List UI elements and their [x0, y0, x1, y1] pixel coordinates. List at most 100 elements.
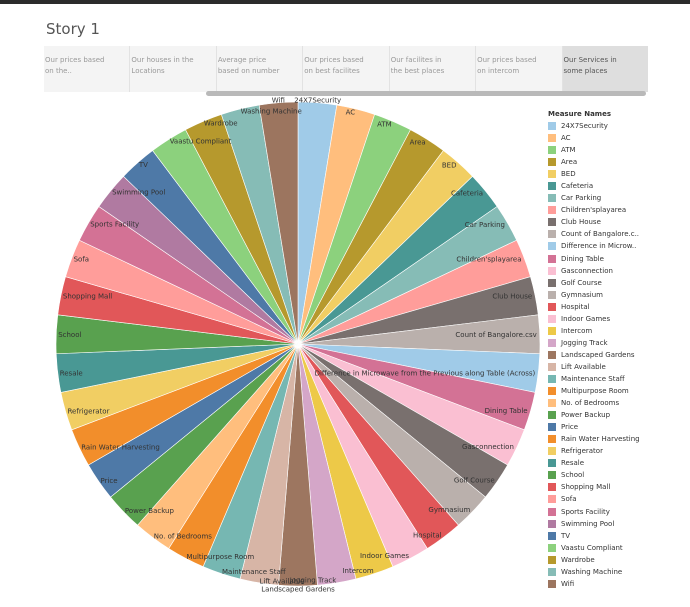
legend-item[interactable]: Landscaped Gardens	[548, 349, 690, 361]
legend-item[interactable]: Club House	[548, 216, 690, 228]
legend-label: Difference in Microw..	[561, 242, 637, 251]
pie-label: Resale	[60, 369, 83, 377]
pie-label: Indoor Games	[360, 552, 409, 560]
pie-label: Shopping Mall	[63, 293, 112, 301]
legend-item[interactable]: Golf Course	[548, 277, 690, 289]
legend-label: 24X7Security	[561, 122, 608, 131]
legend-swatch	[548, 326, 556, 335]
legend-item[interactable]: No. of Bedrooms	[548, 397, 690, 409]
legend-item[interactable]: Sofa	[548, 493, 690, 505]
legend-label: Intercom	[561, 326, 593, 335]
legend-item[interactable]: Power Backup	[548, 409, 690, 421]
legend-item[interactable]: Resale	[548, 457, 690, 469]
legend-swatch	[548, 555, 556, 564]
legend-item[interactable]: Refrigerator	[548, 445, 690, 457]
legend-label: Children'splayarea	[561, 206, 627, 215]
legend-item[interactable]: Vaastu Compliant	[548, 542, 690, 554]
legend-item[interactable]: Children'splayarea	[548, 204, 690, 216]
legend-item[interactable]: Indoor Games	[548, 313, 690, 325]
pie-label: Car Parking	[465, 221, 505, 229]
legend-swatch	[548, 230, 556, 239]
legend-item[interactable]: 24X7Security	[548, 120, 690, 132]
legend-item[interactable]: Wifi	[548, 578, 690, 590]
pie-label: Multipurpose Room	[187, 553, 255, 561]
legend-label: Car Parking	[561, 194, 602, 203]
legend-item[interactable]: Rain Water Harvesting	[548, 433, 690, 445]
legend-item[interactable]: Shopping Mall	[548, 481, 690, 493]
legend-swatch	[548, 375, 556, 383]
legend-item[interactable]: BED	[548, 168, 690, 180]
legend-item[interactable]: Washing Machine	[548, 566, 690, 578]
legend-item[interactable]: Multipurpose Room	[548, 385, 690, 397]
story-tab-label: Our Services in some places	[563, 56, 617, 75]
pie-label: TV	[138, 161, 148, 169]
legend-item[interactable]: ATM	[548, 144, 690, 156]
legend-item[interactable]: Maintenance Staff	[548, 373, 690, 385]
legend-label: Multipurpose Room	[561, 387, 629, 396]
pie-label: Cafeteria	[451, 189, 483, 197]
legend-swatch	[548, 278, 556, 287]
legend-swatch	[548, 290, 556, 299]
legend-item[interactable]: Gasconnection	[548, 265, 690, 277]
legend-item[interactable]: School	[548, 469, 690, 481]
legend-swatch	[548, 134, 556, 143]
legend-label: Rain Water Harvesting	[561, 435, 640, 444]
legend-label: Swimming Pool	[561, 519, 615, 528]
legend-item[interactable]: Dining Table	[548, 253, 690, 265]
legend-item[interactable]: Cafeteria	[548, 180, 690, 192]
pie-label: Sofa	[74, 255, 89, 263]
legend-item[interactable]: Swimming Pool	[548, 518, 690, 530]
legend-label: TV	[561, 531, 571, 540]
legend-label: Dining Table	[561, 254, 604, 263]
legend-item[interactable]: Car Parking	[548, 192, 690, 204]
legend-swatch	[548, 314, 556, 323]
legend: Measure Names 24X7Security AC ATM Area BED Ca…	[548, 110, 690, 607]
legend-swatch	[548, 350, 556, 359]
legend-label: No. of Bedrooms	[561, 399, 620, 408]
pie-label: Dining Table	[485, 407, 528, 415]
legend-item[interactable]: Gymnasium	[548, 289, 690, 301]
pie-label: Refrigerator	[68, 407, 110, 415]
legend-item[interactable]: Hospital	[548, 301, 690, 313]
legend-swatch	[548, 242, 556, 251]
legend-swatch	[548, 447, 556, 456]
pie-chart: 24X7Security AC ATM Area BED Cafeteria Car Par…	[55, 96, 541, 594]
legend-item[interactable]: Jogging Track	[548, 337, 690, 349]
pie-label: Rain Water Harvesting	[81, 443, 160, 451]
legend-label: Hospital	[561, 302, 590, 311]
legend-swatch	[548, 543, 556, 552]
legend-item[interactable]: Sports Facility	[548, 506, 690, 518]
legend-swatch	[548, 519, 556, 528]
legend-item[interactable]: Wardrobe	[548, 554, 690, 566]
legend-title: Measure Names	[548, 110, 612, 118]
legend-label: Lift Available	[561, 362, 606, 371]
legend-label: Wifi	[561, 579, 575, 588]
legend-item[interactable]: Area	[548, 156, 690, 168]
legend-item[interactable]: Count of Bangalore.c..	[548, 228, 690, 240]
legend-label: Area	[561, 158, 578, 167]
pie-label: Count of Bangalore.csv	[455, 331, 536, 339]
legend-item[interactable]: Difference in Microw..	[548, 240, 690, 252]
legend-swatch	[548, 302, 556, 311]
pie-label: No. of Bedrooms	[154, 532, 212, 540]
pie-label: Lift Available	[260, 577, 305, 585]
legend-item[interactable]: TV	[548, 530, 690, 542]
legend-label: Refrigerator	[561, 447, 603, 456]
legend-swatch	[548, 471, 556, 480]
pie-label: Washing Machine	[241, 108, 302, 116]
legend-item[interactable]: AC	[548, 132, 690, 144]
legend-item[interactable]: Intercom	[548, 325, 690, 337]
legend-label: Indoor Games	[561, 314, 611, 323]
story-tab-7[interactable]: Our Services in some places	[562, 46, 648, 92]
legend-label: Maintenance Staff	[561, 375, 625, 383]
legend-swatch	[548, 170, 556, 179]
legend-item[interactable]: Price	[548, 421, 690, 433]
legend-swatch	[548, 387, 556, 396]
legend-swatch	[548, 122, 556, 131]
legend-label: Landscaped Gardens	[561, 350, 635, 359]
legend-swatch	[548, 399, 556, 408]
legend-item[interactable]: Lift Available	[548, 361, 690, 373]
legend-swatch	[548, 146, 556, 155]
pie-label: Wifi	[272, 96, 285, 104]
legend-label: Washing Machine	[561, 567, 623, 576]
